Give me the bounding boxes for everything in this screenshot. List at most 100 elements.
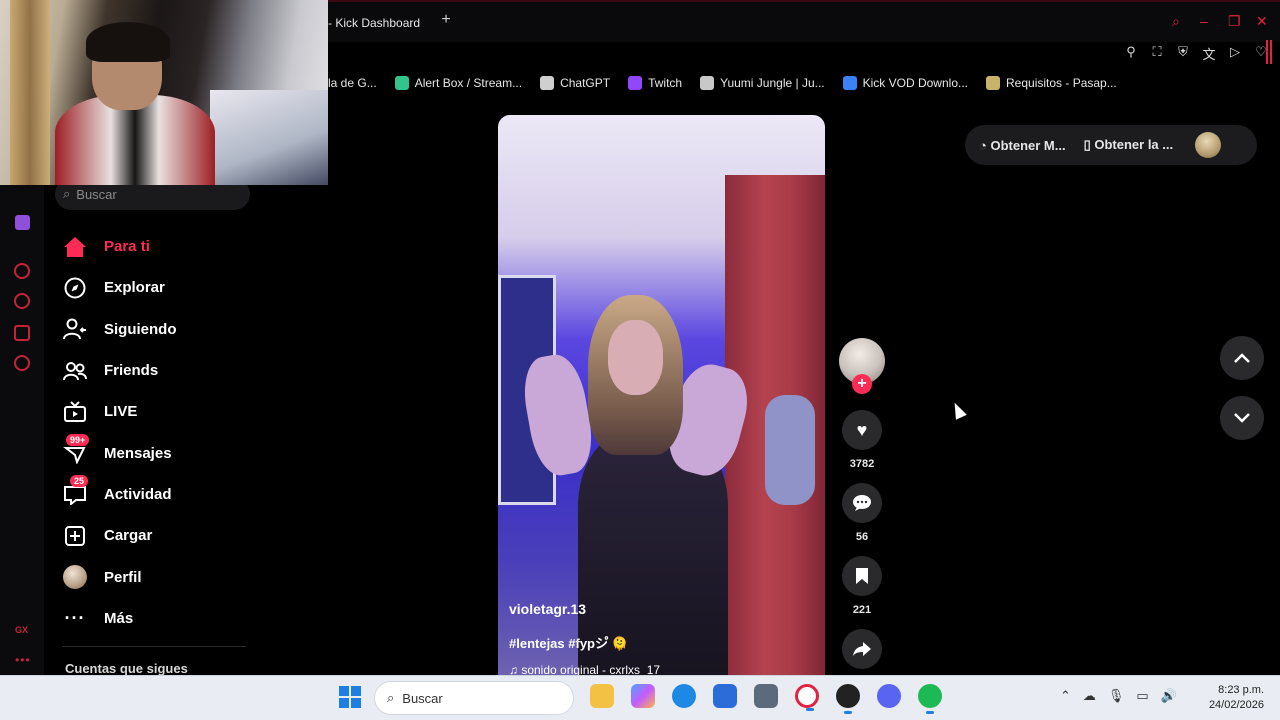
nav-item-perfil[interactable]: Perfil	[62, 556, 262, 597]
camera-icon[interactable]	[754, 684, 778, 708]
nav-label: Perfil	[104, 568, 142, 586]
clock[interactable]: 8:23 p.m. 24/02/2026	[1209, 683, 1264, 713]
bookmark-item[interactable]: Alert Box / Stream...	[394, 76, 522, 90]
bookmark-item[interactable]: Yuumi Jungle | Ju...	[700, 76, 825, 90]
shield-icon[interactable]: ⛨	[1176, 44, 1190, 63]
heart-icon[interactable]: ♥	[842, 410, 882, 450]
friends-icon	[62, 358, 88, 384]
video-face	[608, 320, 663, 395]
bookmark-item[interactable]: Twitch	[628, 76, 682, 90]
nav-item-para-ti[interactable]: Para ti	[62, 226, 262, 267]
comment-icon[interactable]	[842, 483, 882, 523]
taskbar-search-input[interactable]: ⌕ Buscar	[374, 681, 574, 715]
bookmark-favicon-icon	[986, 76, 1000, 90]
windows-start-icon[interactable]	[339, 686, 361, 708]
follow-plus-icon[interactable]: +	[852, 374, 872, 394]
more-dots-icon[interactable]: •••	[15, 653, 31, 667]
settings-icon[interactable]	[14, 355, 30, 371]
translate-icon[interactable]: 文	[1202, 44, 1216, 63]
following-icon	[62, 316, 88, 342]
tab-kick-dashboard[interactable]: - Kick Dashboard	[328, 10, 420, 36]
onedrive-icon[interactable]: ☁	[1083, 688, 1096, 704]
bookmark-label: Twitch	[648, 76, 683, 90]
microphone-icon[interactable]: 🎙	[1108, 688, 1125, 704]
bookmark-item[interactable]: Kick VOD Downlo...	[842, 76, 968, 90]
opera-gx-icon[interactable]	[795, 684, 819, 711]
store-icon[interactable]	[713, 684, 737, 708]
network-icon[interactable]: ▭	[1136, 688, 1148, 704]
bookmark-item[interactable]: ChatGPT	[540, 76, 610, 90]
video-actions: + ♥ 3782 56 221	[838, 338, 886, 669]
volume-icon[interactable]: 🔊	[1161, 688, 1177, 704]
nav-label: Friends	[104, 362, 159, 380]
like-action[interactable]: ♥ 3782	[838, 410, 886, 472]
maximize-icon[interactable]: ❐	[1228, 14, 1242, 28]
nav-item-live[interactable]: LIVE	[62, 391, 262, 432]
close-icon[interactable]: ✕	[1256, 14, 1270, 28]
following-accounts-title: Cuentas que sigues	[65, 661, 188, 676]
nav-label: LIVE	[104, 403, 138, 421]
discord-icon[interactable]	[877, 684, 901, 708]
edge-icon[interactable]	[672, 684, 696, 708]
twitch-icon[interactable]	[15, 215, 30, 230]
sidebar-divider	[62, 646, 246, 647]
browser-toolbar: ⚲ ⛶ ⛨ 文 ▷ ♡	[328, 42, 1280, 64]
minimize-icon[interactable]: –	[1200, 14, 1214, 28]
messages-badge: 99+	[66, 434, 90, 447]
play-icon[interactable]: ▷	[1228, 44, 1242, 63]
comment-action[interactable]: 56	[838, 483, 886, 545]
nav-item-mensajes[interactable]: 99+ Mensajes	[62, 432, 262, 473]
search-icon[interactable]: ⌕	[1172, 14, 1186, 28]
share-icon[interactable]	[842, 629, 882, 669]
creator-avatar[interactable]: +	[839, 338, 885, 394]
activity-icon: 25	[62, 475, 89, 507]
bookmark-label: ChatGPT	[560, 76, 611, 90]
nav-item-actividad[interactable]: 25 Actividad	[62, 474, 262, 515]
clock-time: 8:23 p.m.	[1218, 684, 1264, 696]
video-description[interactable]: #lentejas #fypシ゚ 🫠	[509, 633, 628, 652]
bookmark-favicon-icon	[842, 76, 857, 90]
get-desktop-button[interactable]: ▯ Obtener la ...	[1084, 137, 1174, 153]
video-player[interactable]: violetagr.13 #lentejas #fypシ゚ 🫠 ♫ sonido…	[498, 115, 825, 675]
bookmark-icon[interactable]	[842, 556, 882, 596]
profile-avatar	[62, 564, 88, 590]
next-video-button[interactable]	[1220, 396, 1264, 440]
new-tab-plus-icon[interactable]: +	[438, 12, 454, 28]
get-app-button[interactable]: ◔ Obtener M...	[979, 138, 1066, 153]
video-author[interactable]: violetagr.13	[509, 601, 586, 617]
live-tv-icon	[62, 399, 88, 425]
bookmark-item[interactable]: Requisitos - Pasap...	[986, 76, 1117, 90]
previous-video-button[interactable]	[1220, 336, 1264, 380]
home-icon	[62, 234, 88, 260]
upload-plus-icon	[62, 523, 88, 549]
header-actions: ◔ Obtener M... ▯ Obtener la ...	[965, 125, 1257, 165]
chevron-up-icon[interactable]: ⌃	[1060, 688, 1071, 704]
history-icon[interactable]	[14, 293, 30, 309]
bookmark-favicon-icon	[394, 76, 409, 90]
messages-icon: 99+	[62, 434, 90, 466]
spotify-icon[interactable]	[918, 684, 942, 714]
nav-item-friends[interactable]: Friends	[62, 350, 262, 391]
share-action[interactable]	[838, 629, 886, 669]
bookmark-item[interactable]: la de G...	[328, 76, 377, 90]
snapshot-icon[interactable]: ⛶	[1150, 44, 1164, 63]
video-sound[interactable]: ♫ sonido original - cxrlxs_17	[509, 663, 660, 675]
nav-item-siguiendo[interactable]: Siguiendo	[62, 309, 262, 350]
nav-item-cargar[interactable]: Cargar	[62, 515, 262, 556]
nav-label: Mensajes	[104, 444, 172, 462]
player-icon[interactable]	[14, 263, 30, 279]
save-count: 221	[852, 604, 872, 616]
user-avatar[interactable]	[1195, 132, 1222, 158]
pin-icon[interactable]: ⚲	[1124, 44, 1138, 63]
file-explorer-icon[interactable]	[590, 684, 614, 708]
nav-item-mas[interactable]: ··· Más	[62, 598, 262, 639]
extensions-icon[interactable]	[14, 325, 30, 341]
bookmark-favicon-icon	[700, 76, 715, 90]
save-action[interactable]: 221	[838, 556, 886, 618]
clock-date: 24/02/2026	[1208, 699, 1264, 711]
nav-item-explorar[interactable]: Explorar	[62, 267, 262, 308]
system-tray: ⌃ ☁ 🎙 ▭ 🔊	[1060, 688, 1177, 704]
copilot-icon[interactable]	[631, 684, 655, 708]
like-count: 3782	[849, 458, 875, 470]
obs-icon[interactable]	[836, 684, 860, 714]
